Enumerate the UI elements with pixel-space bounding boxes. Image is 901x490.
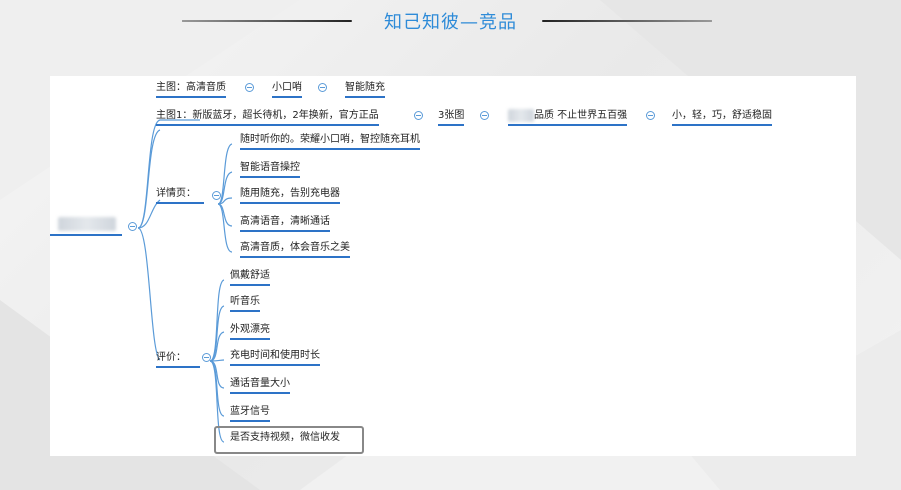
review-item-label: 充电时间和使用时长 — [230, 350, 320, 361]
branch-details-page[interactable]: 详情页： — [156, 188, 204, 204]
details-item[interactable]: 随时听你的。荣耀小口哨，智控随充耳机 — [240, 134, 420, 150]
whistle-collapse-toggle[interactable] — [318, 83, 327, 92]
review-item-label: 蓝牙信号 — [230, 406, 270, 417]
mindmap-connectors — [137, 119, 233, 443]
main-image-child-smart-charge[interactable]: 智能随充 — [345, 82, 385, 98]
root-node-redacted[interactable] — [58, 217, 116, 231]
review-item-label: 通话音量大小 — [230, 378, 290, 389]
main-image-1-child-quality[interactable]: 品质 不止世界五百强 — [508, 110, 628, 126]
branch-main-image[interactable]: 主图：高清音质 — [156, 82, 226, 98]
details-item[interactable]: 高清语音，清晰通话 — [240, 216, 330, 232]
details-item-label: 高清音质，体会音乐之美 — [240, 242, 350, 253]
slide-title: 知己知彼—竞品 — [384, 12, 517, 33]
branch-main-image-1[interactable]: 主图1：新版蓝牙，超长待机，2年换新，官方正品 — [156, 110, 379, 126]
review-item-label: 外观漂亮 — [230, 324, 270, 335]
main-image-1-child-quality-label: 品质 不止世界五百强 — [534, 110, 628, 121]
details-item-label: 随用随充，告别充电器 — [240, 188, 340, 199]
root-collapse-toggle[interactable] — [128, 222, 137, 231]
review-item-label: 佩戴舒适 — [230, 270, 270, 281]
main-image-1-collapse-toggle[interactable] — [414, 111, 423, 120]
main-image-child-whistle-label: 小口哨 — [272, 82, 302, 93]
details-item-label: 高清语音，清晰通话 — [240, 216, 330, 227]
review-item-label: 听音乐 — [230, 296, 260, 307]
right-decorative-line — [542, 20, 712, 22]
details-item[interactable]: 高清音质，体会音乐之美 — [240, 242, 350, 258]
review-item[interactable]: 通话音量大小 — [230, 378, 290, 394]
main-image-child-whistle[interactable]: 小口哨 — [272, 82, 302, 98]
mindmap-canvas[interactable]: 主图：高清音质 小口哨 智能随充 主图1：新版蓝牙，超长待机，2年换新，官方正品… — [50, 76, 856, 456]
main-image-1-child-3-images[interactable]: 3张图 — [438, 110, 465, 126]
review-item[interactable]: 充电时间和使用时长 — [230, 350, 320, 366]
review-item-selected[interactable]: 是否支持视频，微信收发 — [230, 432, 340, 444]
main-image-collapse-toggle[interactable] — [245, 83, 254, 92]
main-image-1-child-3-images-label: 3张图 — [438, 110, 465, 121]
main-image-child-smart-charge-label: 智能随充 — [345, 82, 385, 93]
details-item-label: 随时听你的。荣耀小口哨，智控随充耳机 — [240, 134, 420, 145]
branch-details-page-label: 详情页： — [156, 188, 196, 199]
details-collapse-toggle[interactable] — [212, 191, 221, 200]
review-item[interactable]: 蓝牙信号 — [230, 406, 270, 422]
details-item[interactable]: 智能语音操控 — [240, 162, 300, 178]
details-item[interactable]: 随用随充，告别充电器 — [240, 188, 340, 204]
slide-header: 知己知彼—竞品 — [0, 6, 901, 36]
branch-main-image-label: 主图：高清音质 — [156, 82, 226, 93]
review-item[interactable]: 外观漂亮 — [230, 324, 270, 340]
review-item-label: 是否支持视频，微信收发 — [230, 432, 340, 443]
review-item[interactable]: 听音乐 — [230, 296, 260, 312]
root-underline — [50, 234, 122, 236]
quality-collapse-toggle[interactable] — [646, 111, 655, 120]
main-image-1-child-compact-label: 小，轻，巧，舒适稳固 — [672, 110, 772, 121]
details-item-label: 智能语音操控 — [240, 162, 300, 173]
reviews-collapse-toggle[interactable] — [202, 353, 211, 362]
main-image-1-child-compact[interactable]: 小，轻，巧，舒适稳固 — [672, 110, 772, 126]
branch-reviews-label: 评价： — [156, 352, 186, 363]
review-item[interactable]: 佩戴舒适 — [230, 270, 270, 286]
branch-main-image-1-label: 主图1：新版蓝牙，超长待机，2年换新，官方正品 — [156, 110, 379, 121]
branch-reviews[interactable]: 评价： — [156, 352, 200, 368]
3-images-collapse-toggle[interactable] — [480, 111, 489, 120]
